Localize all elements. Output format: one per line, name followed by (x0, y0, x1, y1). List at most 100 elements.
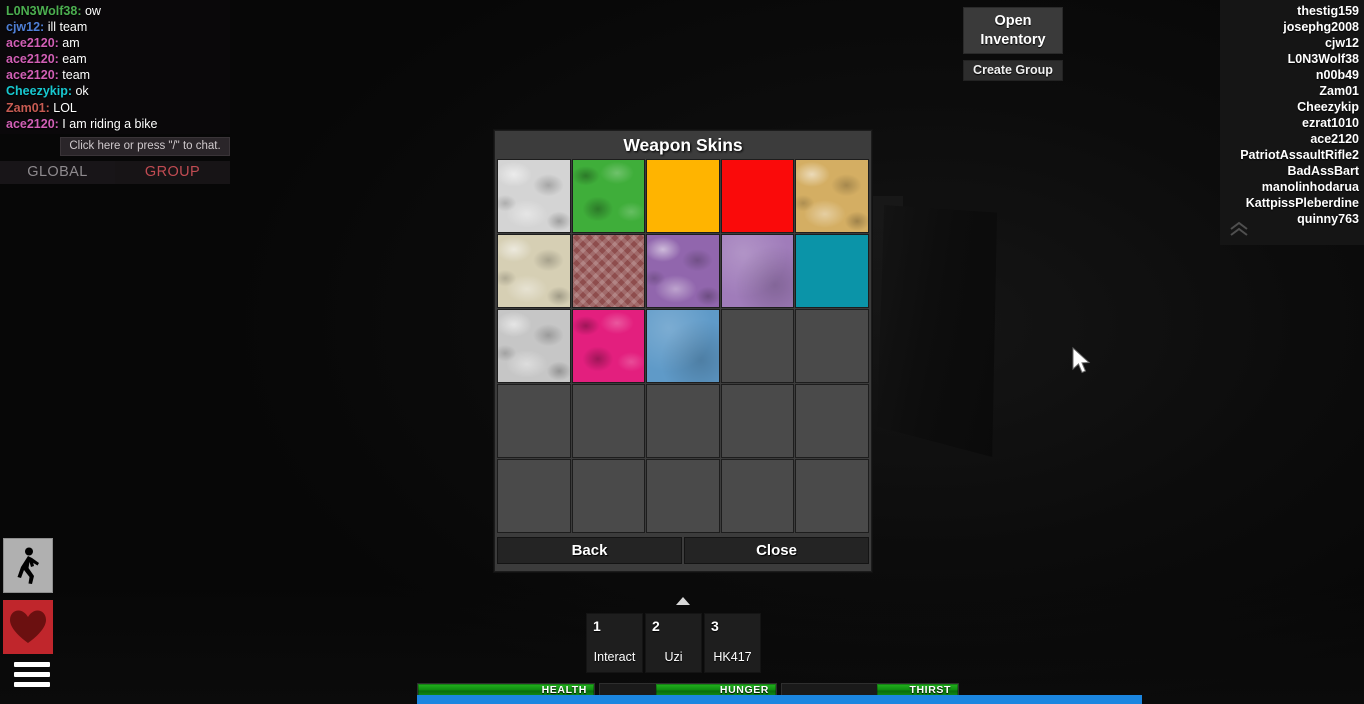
blue-denim-swatch (647, 310, 719, 382)
walking-person-glyph (17, 547, 39, 584)
player-list-item[interactable]: josephg2008 (1220, 19, 1359, 35)
hotbar-slot-key: 2 (652, 618, 660, 634)
hotbar: 1 Interact 2 Uzi 3 HK417 (586, 613, 761, 673)
sand-marble-swatch (498, 235, 570, 307)
chat-message-text: am (58, 36, 80, 51)
skin-slot[interactable] (720, 234, 795, 308)
green-camo-swatch (572, 160, 645, 232)
open-inventory-button[interactable]: Open Inventory (963, 7, 1063, 54)
chat-message-author: Cheezykip: (6, 84, 72, 99)
skin-grid (495, 159, 871, 533)
chat-tab-global[interactable]: GLOBAL (0, 160, 115, 184)
chat-message: Cheezykip: ok (4, 83, 226, 99)
empty-slot-swatch (721, 385, 794, 457)
chat-message-author: L0N3Wolf38: (6, 4, 82, 18)
chat-panel: L0N3Wolf38: ow cjw12: ill team ace2120: am… (0, 0, 230, 184)
hotbar-slot-key: 3 (711, 618, 719, 634)
skin-slot-empty[interactable] (571, 459, 646, 533)
weapon-skins-dialog: Weapon Skins Back Close (494, 130, 872, 572)
skin-slot-empty[interactable] (720, 459, 795, 533)
hotbar-slot-3[interactable]: 3 HK417 (704, 613, 761, 673)
skin-slot[interactable] (497, 159, 571, 233)
player-list-item[interactable]: ezrat1010 (1220, 115, 1359, 131)
menu-line (14, 662, 50, 667)
chat-input[interactable]: Click here or press "/" to chat. (60, 136, 230, 156)
skin-slot-empty[interactable] (795, 384, 869, 458)
player-list-item[interactable]: cjw12 (1220, 35, 1359, 51)
chat-message-list[interactable]: L0N3Wolf38: ow cjw12: ill team ace2120: am… (0, 0, 230, 134)
player-list-item[interactable]: Zam01 (1220, 83, 1359, 99)
player-list-item[interactable]: BadAssBart (1220, 163, 1359, 179)
skin-slot[interactable] (795, 234, 869, 308)
skin-slot[interactable] (646, 234, 720, 308)
skin-slot-empty[interactable] (497, 384, 571, 458)
chat-message-text: ow (81, 4, 101, 18)
stamina-bar (417, 695, 1142, 704)
hotbar-slot-label: HK417 (713, 650, 752, 664)
mouse-cursor (1072, 346, 1092, 380)
chat-message: L0N3Wolf38: ow (4, 3, 226, 19)
chat-tab-group[interactable]: GROUP (115, 160, 230, 184)
back-button[interactable]: Back (497, 537, 682, 564)
chat-message: ace2120: I am riding a bike (4, 116, 226, 132)
hotbar-slot-2[interactable]: 2 Uzi (645, 613, 702, 673)
skin-slot-empty[interactable] (497, 459, 571, 533)
chat-message-text: LOL (49, 100, 77, 115)
game-screen: L0N3Wolf38: ow cjw12: ill team ace2120: am… (0, 0, 1364, 704)
heart-glyph (10, 610, 46, 643)
pink-magenta-swatch (572, 310, 645, 382)
chat-message-author: ace2120: (6, 36, 59, 51)
skin-slot[interactable] (795, 159, 869, 233)
health-heart-icon[interactable] (3, 600, 53, 654)
skin-slot[interactable] (646, 309, 720, 383)
skin-slot[interactable] (720, 159, 795, 233)
skin-slot[interactable] (571, 159, 646, 233)
chat-message-author: cjw12: (6, 20, 45, 35)
close-button[interactable]: Close (684, 537, 869, 564)
chat-message-author: ace2120: (6, 68, 59, 83)
empty-slot-swatch (572, 385, 645, 457)
skin-slot-empty[interactable] (646, 384, 720, 458)
empty-slot-swatch (498, 385, 570, 457)
menu-icon[interactable] (14, 662, 50, 690)
player-list-item[interactable]: KattpissPleberdine (1220, 195, 1359, 211)
chat-message: ace2120: am (4, 35, 226, 51)
player-list-item[interactable]: thestig159 (1220, 3, 1359, 19)
player-list-item[interactable]: manolinhodarua (1220, 179, 1359, 195)
hotbar-slot-1[interactable]: 1 Interact (586, 613, 643, 673)
skin-slot-empty[interactable] (571, 384, 646, 458)
skin-slot[interactable] (646, 159, 720, 233)
chat-message-text: ill team (44, 20, 88, 35)
teal-solid-swatch (796, 235, 868, 307)
chat-message-text: ok (72, 84, 89, 99)
walk-state-icon[interactable] (3, 538, 53, 593)
skin-slot-empty[interactable] (646, 459, 720, 533)
skin-slot-empty[interactable] (795, 309, 869, 383)
skin-slot[interactable] (497, 234, 571, 308)
dialog-title: Weapon Skins (623, 135, 743, 155)
player-list-item[interactable]: Cheezykip (1220, 99, 1359, 115)
create-group-button[interactable]: Create Group (963, 60, 1063, 81)
skin-slot[interactable] (571, 234, 646, 308)
player-list-item[interactable]: ace2120 (1220, 131, 1359, 147)
empty-slot-swatch (796, 460, 868, 532)
orange-solid-swatch (647, 160, 719, 232)
player-list-item[interactable]: PatriotAssaultRifle2 (1220, 147, 1359, 163)
skin-slot-empty[interactable] (720, 384, 795, 458)
chat-message-text: I am riding a bike (58, 116, 158, 131)
hotbar-arrow-icon (676, 597, 690, 605)
empty-slot-swatch (796, 310, 868, 382)
dialog-actions: Back Close (495, 533, 871, 564)
chevron-double-up-icon[interactable] (1226, 221, 1252, 241)
purple-marble-swatch (647, 235, 719, 307)
red-solid-swatch (721, 160, 794, 232)
chat-message-text: eam (58, 52, 87, 67)
chat-message: cjw12: ill team (4, 19, 226, 35)
skin-slot-empty[interactable] (795, 459, 869, 533)
skin-slot[interactable] (497, 309, 571, 383)
skin-slot-empty[interactable] (720, 309, 795, 383)
player-list-item[interactable]: L0N3Wolf38 (1220, 51, 1359, 67)
skin-slot[interactable] (571, 309, 646, 383)
chat-message-author: Zam01: (6, 100, 50, 115)
player-list-item[interactable]: n00b49 (1220, 67, 1359, 83)
